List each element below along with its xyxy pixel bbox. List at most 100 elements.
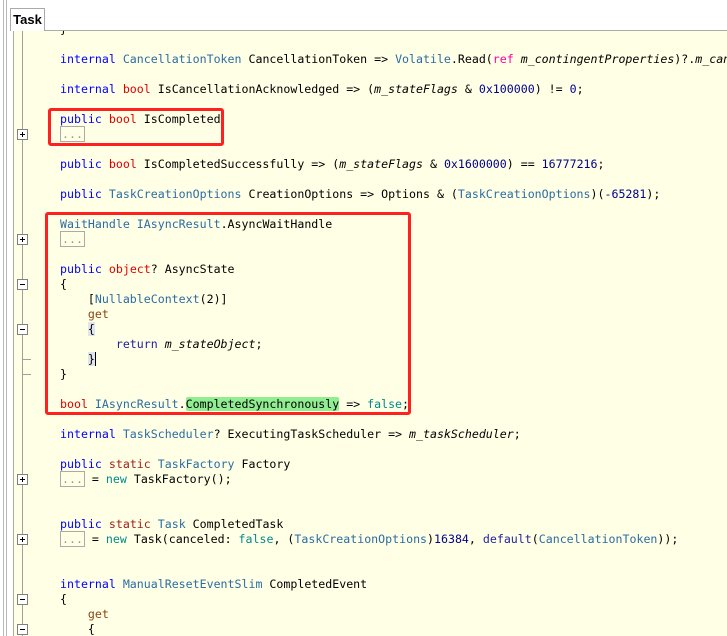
expand-icon[interactable] [17,474,28,485]
code-token: )?. [674,52,696,66]
code-token: new [105,472,127,486]
code-token: ; [576,82,584,96]
code-line: internal CancellationToken CancellationT… [14,52,727,67]
code-text: public TaskCreationOptions CreationOptio… [60,187,660,202]
collapsed-region-button[interactable]: ... [60,531,85,547]
code-token: get [87,607,109,621]
code-token: ) == [506,157,542,171]
code-token: static [108,517,151,531]
code-token: bool [122,82,151,96]
code-token: , ( [273,532,295,546]
code-line: internal TaskScheduler? ExecutingTaskSch… [14,427,727,442]
code-line: ... = new Task(canceled: false, (TaskCre… [14,531,727,547]
code-token: Volatile [395,52,451,66]
collapse-icon[interactable] [17,324,28,335]
panel-border [3,0,4,636]
code-token: bool [108,157,137,171]
collapse-icon[interactable] [17,594,28,605]
code-token: ; [597,157,605,171]
code-token: public [60,157,102,171]
code-token: static [108,457,151,471]
code-token: 16777216 [541,157,598,171]
code-token: IsCancellationAcknowledged => ( [150,82,375,96]
code-token: m_taskScheduler [409,427,514,441]
code-line: internal bool IsCancellationAcknowledged… [14,82,727,97]
code-line: } [14,31,727,37]
code-token: ? ExecutingTaskScheduler => [213,427,410,441]
code-line: { [14,592,727,607]
code-token: = [84,532,106,546]
code-token: ; [513,427,521,441]
code-token: m_stateFlags [374,82,458,96]
code-token: ( [531,532,539,546]
code-line: { [14,622,727,636]
collapse-icon[interactable] [17,279,28,290]
code-token: Task [133,532,162,546]
code-line: internal ManualResetEventSlim CompletedE… [14,577,727,592]
panel-border [6,0,7,636]
code-token: false [238,532,274,546]
code-token: (canceled: [161,532,239,546]
code-line: public static TaskFactory Factory [14,457,727,472]
code-token: )); [657,532,679,546]
code-text: internal TaskScheduler? ExecutingTaskSch… [60,427,521,442]
collapse-icon[interactable] [17,624,28,635]
code-token: 0x1600000 [443,157,507,171]
code-token: -65281 [604,187,647,201]
code-text: public bool IsCompletedSuccessfully => (… [60,157,605,172]
collapsed-region-button[interactable]: ... [60,471,85,487]
code-token: ); [646,187,661,201]
code-token: internal [60,577,116,591]
expand-icon[interactable] [17,534,28,545]
code-token: TaskFactory [157,457,235,471]
code-token: .Read( [450,52,493,66]
code-token: default [482,532,532,546]
code-token: internal [60,52,116,66]
code-token: CancellationToken => [241,52,396,66]
code-text: public static Task CompletedTask [60,517,283,532]
code-token: } [60,31,67,36]
code-token: , [468,532,483,546]
expand-icon[interactable] [17,234,28,245]
code-token: = [84,472,106,486]
code-token: )( [590,187,605,201]
code-line: public bool IsCompletedSuccessfully => (… [14,157,727,172]
code-token: ref [492,52,514,66]
code-text: internal bool IsCancellationAcknowledged… [60,82,584,97]
code-token: Task [157,517,186,531]
code-token: IsCompletedSuccessfully => ( [136,157,340,171]
highlight-box-iasyncresult [45,212,411,415]
code-token: Factory [234,457,291,471]
code-token: new [105,532,127,546]
code-token: CompletedEvent [262,577,368,591]
code-token: CompletedTask [185,517,284,531]
code-text: get [60,607,109,622]
code-token: 0 [569,82,577,96]
code-token: & [457,82,479,96]
code-token: TaskCreationOptions [108,187,242,201]
tab-task[interactable]: Task [10,8,45,31]
code-token: ManualResetEventSlim [122,577,263,591]
highlight-box-iscompleted [48,108,224,146]
expand-icon[interactable] [17,129,28,140]
code-token: TaskCreationOptions [457,187,591,201]
code-token: internal [60,82,116,96]
code-text: ... = new Task(canceled: false, (TaskCre… [60,531,679,547]
code-text: public static TaskFactory Factory [60,457,290,472]
code-token: (); [210,472,232,486]
code-token: public [60,457,102,471]
